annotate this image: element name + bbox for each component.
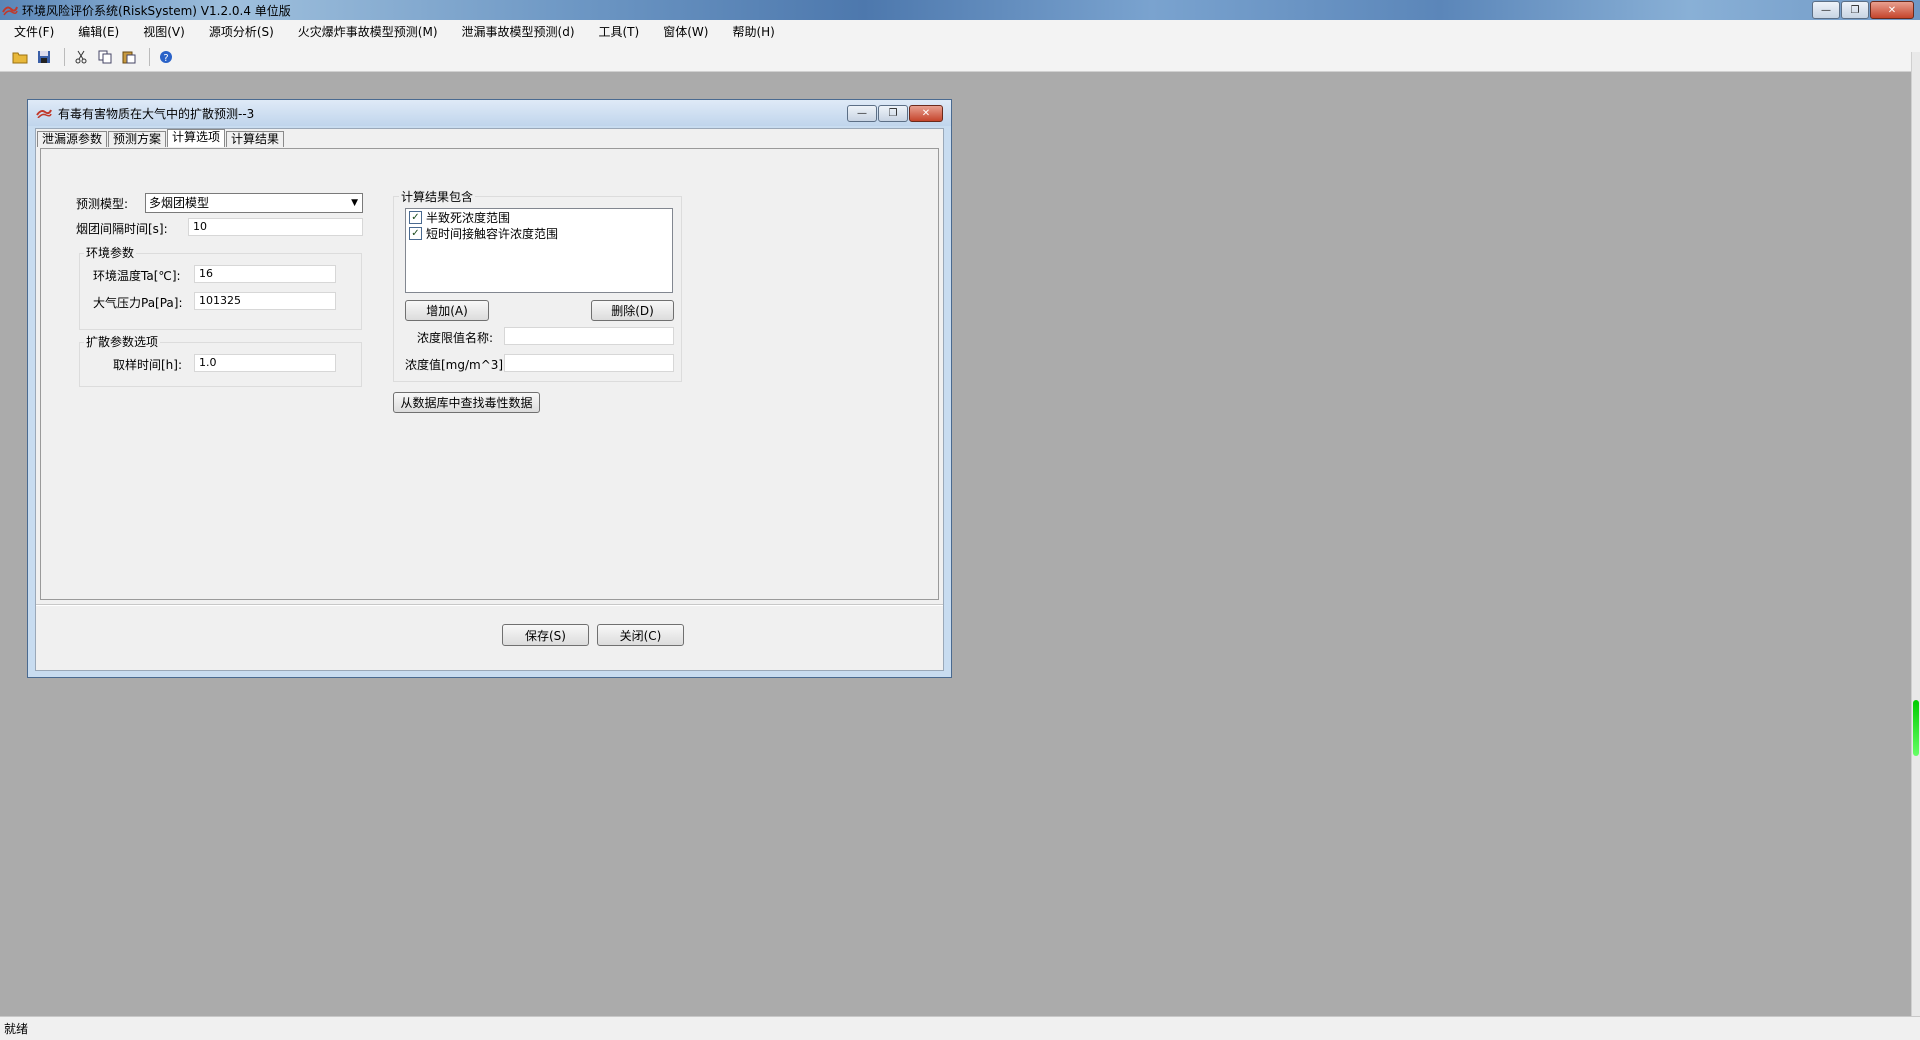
dialog-window-controls: — ❐ ✕ xyxy=(846,105,943,122)
dialog-title: 有毒有害物质在大气中的扩散预测--3 xyxy=(58,106,255,121)
status-text: 就绪 xyxy=(4,1022,29,1036)
menu-view[interactable]: 视图(V) xyxy=(129,23,195,40)
side-scroll-strip[interactable] xyxy=(1911,52,1920,1018)
toolbar: ? xyxy=(0,42,1920,72)
results-checklist[interactable]: ✓ 半致死浓度范围 ✓ 短时间接触容许浓度范围 xyxy=(405,208,673,293)
dialog-titlebar: 有毒有害物质在大气中的扩散预测--3 — ❐ ✕ xyxy=(28,100,951,126)
close-button[interactable]: 关闭(C) xyxy=(597,624,684,646)
model-label: 预测模型: xyxy=(76,197,129,211)
menu-window[interactable]: 窗体(W) xyxy=(649,23,718,40)
ambient-temp-input[interactable]: 16 xyxy=(194,265,336,283)
tab-prediction-scheme[interactable]: 预测方案 xyxy=(108,131,167,147)
help-icon[interactable]: ? xyxy=(156,47,176,67)
search-toxicity-db-button[interactable]: 从数据库中查找毒性数据 xyxy=(393,392,540,413)
menubar: 文件(F) 编辑(E) 视图(V) 源项分析(S) 火灾爆炸事故模型预测(M) … xyxy=(0,20,1920,42)
diffusion-options-title: 扩散参数选项 xyxy=(84,333,161,350)
dialog-restore-button[interactable]: ❐ xyxy=(878,105,908,122)
footer-divider xyxy=(36,604,943,606)
list-item-label: 短时间接触容许浓度范围 xyxy=(426,226,559,241)
restore-button[interactable]: ❐ xyxy=(1841,1,1869,19)
puff-interval-input[interactable]: 10 xyxy=(188,218,363,236)
dialog-body: 泄漏源参数 预测方案 计算选项 计算结果 预测模型: 多烟团模型 ▼ 烟团间隔时… xyxy=(35,128,944,671)
pressure-input[interactable]: 101325 xyxy=(194,292,336,310)
ambient-temp-label: 环境温度Ta[℃]: xyxy=(93,269,181,283)
list-item-label: 半致死浓度范围 xyxy=(426,210,511,225)
list-item[interactable]: ✓ 半致死浓度范围 xyxy=(406,209,672,225)
conc-value-input[interactable] xyxy=(504,354,674,372)
save-disk-icon[interactable] xyxy=(34,47,54,67)
menu-tools[interactable]: 工具(T) xyxy=(585,23,650,40)
menu-fire-explosion[interactable]: 火灾爆炸事故模型预测(M) xyxy=(284,23,448,40)
menu-source-analysis[interactable]: 源项分析(S) xyxy=(195,23,284,40)
dialog-logo-icon xyxy=(36,109,52,118)
checkbox-checked-icon[interactable]: ✓ xyxy=(409,210,422,224)
add-button[interactable]: 增加(A) xyxy=(405,300,489,321)
results-include-title: 计算结果包含 xyxy=(399,188,476,205)
limit-name-input[interactable] xyxy=(504,327,674,345)
copy-icon[interactable] xyxy=(95,47,115,67)
checkbox-checked-icon[interactable]: ✓ xyxy=(409,226,422,240)
svg-text:?: ? xyxy=(163,53,168,64)
env-params-title: 环境参数 xyxy=(84,244,137,261)
puff-interval-label: 烟团间隔时间[s]: xyxy=(76,222,168,236)
open-folder-icon[interactable] xyxy=(10,47,30,67)
menu-file[interactable]: 文件(F) xyxy=(0,23,64,40)
conc-value-label: 浓度值[mg/m^3]: xyxy=(405,358,508,372)
menu-edit[interactable]: 编辑(E) xyxy=(64,23,129,40)
dialog-close-x-button[interactable]: ✕ xyxy=(909,105,943,122)
minimize-button[interactable]: — xyxy=(1812,1,1840,19)
toolbar-separator xyxy=(64,47,65,66)
scroll-marker xyxy=(1913,700,1919,756)
toolbar-separator xyxy=(149,47,150,66)
tab-leak-source-params[interactable]: 泄漏源参数 xyxy=(37,131,108,147)
tab-calc-options[interactable]: 计算选项 xyxy=(167,129,226,147)
cut-icon[interactable] xyxy=(71,47,91,67)
pressure-label: 大气压力Pa[Pa]: xyxy=(93,296,183,310)
app-title: 环境风险评价系统(RiskSystem) V1.2.0.4 单位版 xyxy=(22,3,291,18)
calc-options-panel: 预测模型: 多烟团模型 ▼ 烟团间隔时间[s]: 10 环境参数 环境温度Ta[… xyxy=(40,148,939,600)
menu-leak-accident[interactable]: 泄漏事故模型预测(d) xyxy=(448,23,585,40)
sample-time-label: 取样时间[h]: xyxy=(113,358,183,372)
diffusion-prediction-dialog: 有毒有害物质在大气中的扩散预测--3 — ❐ ✕ 泄漏源参数 预测方案 计算选项… xyxy=(27,99,952,678)
tab-strip: 泄漏源参数 预测方案 计算选项 计算结果 xyxy=(37,129,285,148)
tab-calc-results[interactable]: 计算结果 xyxy=(226,131,285,147)
limit-name-label: 浓度限值名称: xyxy=(417,331,494,345)
delete-button[interactable]: 删除(D) xyxy=(591,300,674,321)
dialog-minimize-button[interactable]: — xyxy=(847,105,877,122)
menu-help[interactable]: 帮助(H) xyxy=(718,23,784,40)
sample-time-input[interactable]: 1.0 xyxy=(194,354,336,372)
model-select[interactable]: 多烟团模型 ▼ xyxy=(145,193,363,213)
window-controls: — ❐ ✕ xyxy=(1811,1,1914,19)
save-button[interactable]: 保存(S) xyxy=(502,624,589,646)
chevron-down-icon: ▼ xyxy=(351,198,358,208)
app-logo-icon xyxy=(2,6,18,16)
list-item[interactable]: ✓ 短时间接触容许浓度范围 xyxy=(406,225,672,241)
close-window-button[interactable]: ✕ xyxy=(1870,1,1914,19)
model-select-value: 多烟团模型 xyxy=(149,196,210,210)
main-titlebar: 环境风险评价系统(RiskSystem) V1.2.0.4 单位版 — ❐ ✕ xyxy=(0,0,1920,20)
statusbar: 就绪 xyxy=(0,1016,1920,1040)
paste-icon[interactable] xyxy=(119,47,139,67)
